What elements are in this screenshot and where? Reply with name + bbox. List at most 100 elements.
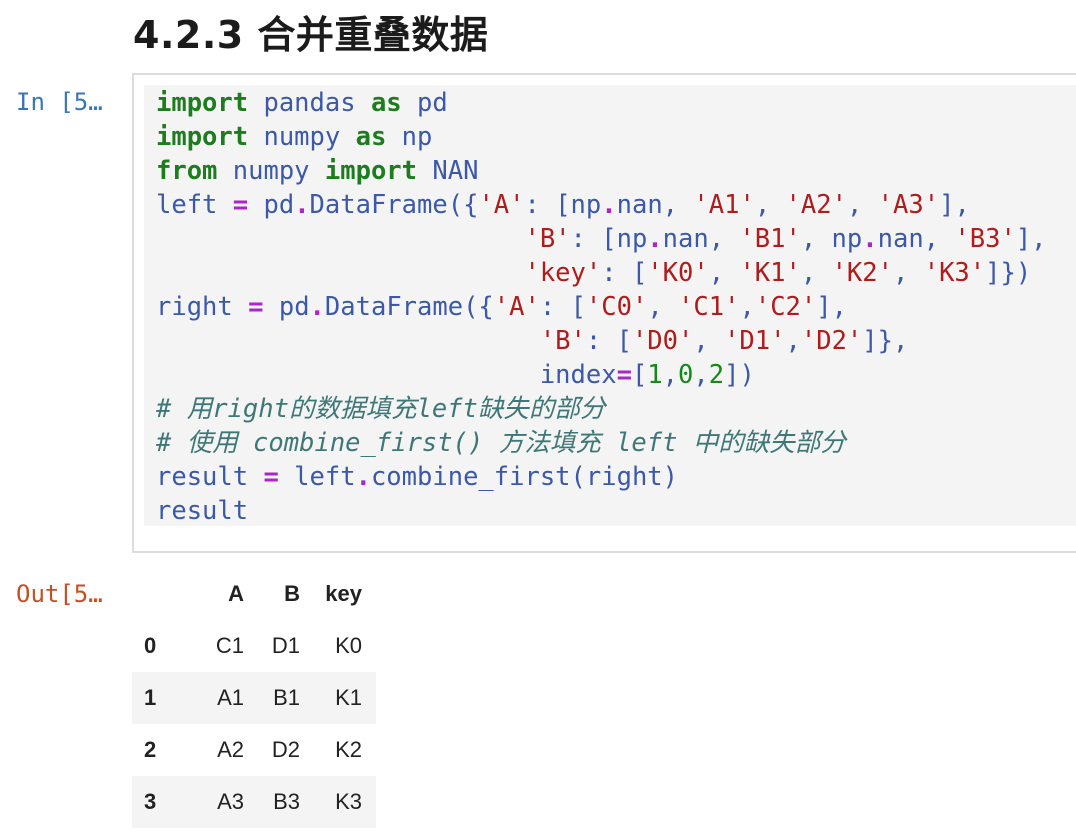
code-line-2: import numpy as np bbox=[156, 122, 432, 152]
string-literal: 'C0' bbox=[585, 292, 648, 322]
identifier: index bbox=[539, 360, 617, 390]
punctuation: , bbox=[785, 326, 801, 356]
operator: . bbox=[355, 462, 371, 492]
row-index: 3 bbox=[144, 789, 157, 814]
operator: = bbox=[263, 462, 279, 492]
punctuation: : [ bbox=[539, 292, 586, 322]
string-literal: 'K0' bbox=[647, 258, 709, 288]
code-comment: # 用right的数据填充left缺失的部分 bbox=[156, 394, 606, 424]
punctuation: ], bbox=[1015, 224, 1047, 254]
table-cell: B1 bbox=[273, 685, 300, 710]
table-cell: D2 bbox=[271, 737, 300, 762]
row-index: 0 bbox=[144, 633, 157, 658]
output-prompt: Out[5… bbox=[16, 580, 103, 608]
code-line-5: 'B': [np.nan, 'B1', np.nan, 'B3'], bbox=[156, 224, 1047, 254]
identifier: pd bbox=[263, 292, 310, 322]
section-heading: 4.2.3 合并重叠数据 bbox=[133, 13, 489, 57]
table-cell: A3 bbox=[217, 789, 244, 814]
table-header-row: A B key bbox=[132, 568, 376, 620]
keyword: from bbox=[156, 156, 218, 186]
code-line-1: import pandas as pd bbox=[156, 88, 448, 118]
identifier: : [np bbox=[524, 190, 602, 220]
alias-name: pd bbox=[401, 88, 448, 118]
punctuation: , bbox=[893, 258, 924, 288]
identifier: result bbox=[156, 462, 264, 492]
table-row: 1 A1 B1 K1 bbox=[132, 672, 376, 724]
table-cell: C1 bbox=[215, 633, 244, 658]
table-cell: A2 bbox=[217, 737, 244, 762]
index-header bbox=[132, 568, 188, 620]
identifier: : [np bbox=[570, 224, 648, 254]
punctuation: : [ bbox=[601, 258, 648, 288]
table-row: 2 A2 D2 K2 bbox=[132, 724, 376, 776]
module-name: numpy bbox=[217, 156, 325, 186]
string-literal: 'B' bbox=[524, 224, 571, 254]
code-line-3: from numpy import NAN bbox=[156, 156, 478, 186]
identifier: DataFrame({ bbox=[324, 292, 494, 322]
string-literal: 'B1' bbox=[739, 224, 801, 254]
punctuation: , bbox=[846, 190, 878, 220]
dataframe-output: A B key 0 C1 D1 K0 1 A1 B1 K1 2 A2 D2 K2… bbox=[132, 568, 376, 828]
string-literal: 'B' bbox=[539, 326, 586, 356]
code-comment: # 使用 combine_first() 方法填充 left 中的缺失部分 bbox=[156, 428, 846, 458]
punctuation: ]}, bbox=[862, 326, 909, 356]
punctuation: ], bbox=[939, 190, 970, 220]
number-literal: 2 bbox=[708, 360, 725, 390]
string-literal: 'D2' bbox=[800, 326, 863, 356]
keyword: import bbox=[324, 156, 418, 186]
operator: = bbox=[232, 190, 249, 220]
string-literal: 'D1' bbox=[724, 326, 786, 356]
string-literal: 'K2' bbox=[831, 258, 893, 288]
table-cell: K3 bbox=[335, 789, 362, 814]
code-line-12: result = left.combine_first(right) bbox=[156, 462, 678, 492]
punctuation: , bbox=[754, 190, 786, 220]
punctuation: , bbox=[800, 258, 832, 288]
module-name: pandas bbox=[248, 88, 371, 118]
punctuation: [ bbox=[631, 360, 648, 390]
punctuation: ], bbox=[816, 292, 847, 322]
punctuation: , bbox=[739, 292, 755, 322]
code-line-4: left = pd.DataFrame({'A': [np.nan, 'A1',… bbox=[156, 190, 970, 220]
string-literal: 'A3' bbox=[877, 190, 940, 220]
operator: = bbox=[248, 292, 264, 322]
operator: = bbox=[616, 360, 632, 390]
punctuation: , bbox=[647, 292, 679, 322]
identifier: right bbox=[156, 292, 249, 322]
table-row: 0 C1 D1 K0 bbox=[132, 620, 376, 672]
punctuation: , bbox=[693, 360, 709, 390]
number-literal: 0 bbox=[678, 360, 694, 390]
table-cell: K1 bbox=[335, 685, 362, 710]
identifier: left bbox=[156, 190, 233, 220]
column-header: B bbox=[284, 581, 300, 606]
identifier: nan, bbox=[616, 190, 694, 220]
identifier: pd bbox=[248, 190, 295, 220]
table-cell: B3 bbox=[273, 789, 300, 814]
code-line-13: result bbox=[156, 496, 249, 526]
code-block[interactable]: import pandas as pd import numpy as np f… bbox=[156, 86, 1047, 528]
keyword: as bbox=[370, 88, 402, 118]
table-cell: A1 bbox=[217, 685, 244, 710]
string-literal: 'C2' bbox=[754, 292, 817, 322]
identifier: left bbox=[278, 462, 356, 492]
string-literal: 'A' bbox=[478, 190, 525, 220]
operator: . bbox=[309, 292, 325, 322]
identifier: nan, bbox=[877, 224, 955, 254]
column-header: A bbox=[228, 581, 244, 606]
keyword: import bbox=[156, 88, 249, 118]
operator: . bbox=[601, 190, 617, 220]
string-literal: 'K1' bbox=[739, 258, 801, 288]
input-prompt: In [5… bbox=[16, 88, 103, 116]
row-index: 2 bbox=[144, 737, 157, 762]
table-cell: K2 bbox=[335, 737, 362, 762]
row-index: 1 bbox=[144, 685, 157, 710]
alias-name: np bbox=[386, 122, 433, 152]
punctuation: : [ bbox=[585, 326, 632, 356]
punctuation: , bbox=[693, 326, 725, 356]
keyword: import bbox=[156, 122, 249, 152]
operator: . bbox=[862, 224, 878, 254]
identifier: nan, bbox=[662, 224, 740, 254]
